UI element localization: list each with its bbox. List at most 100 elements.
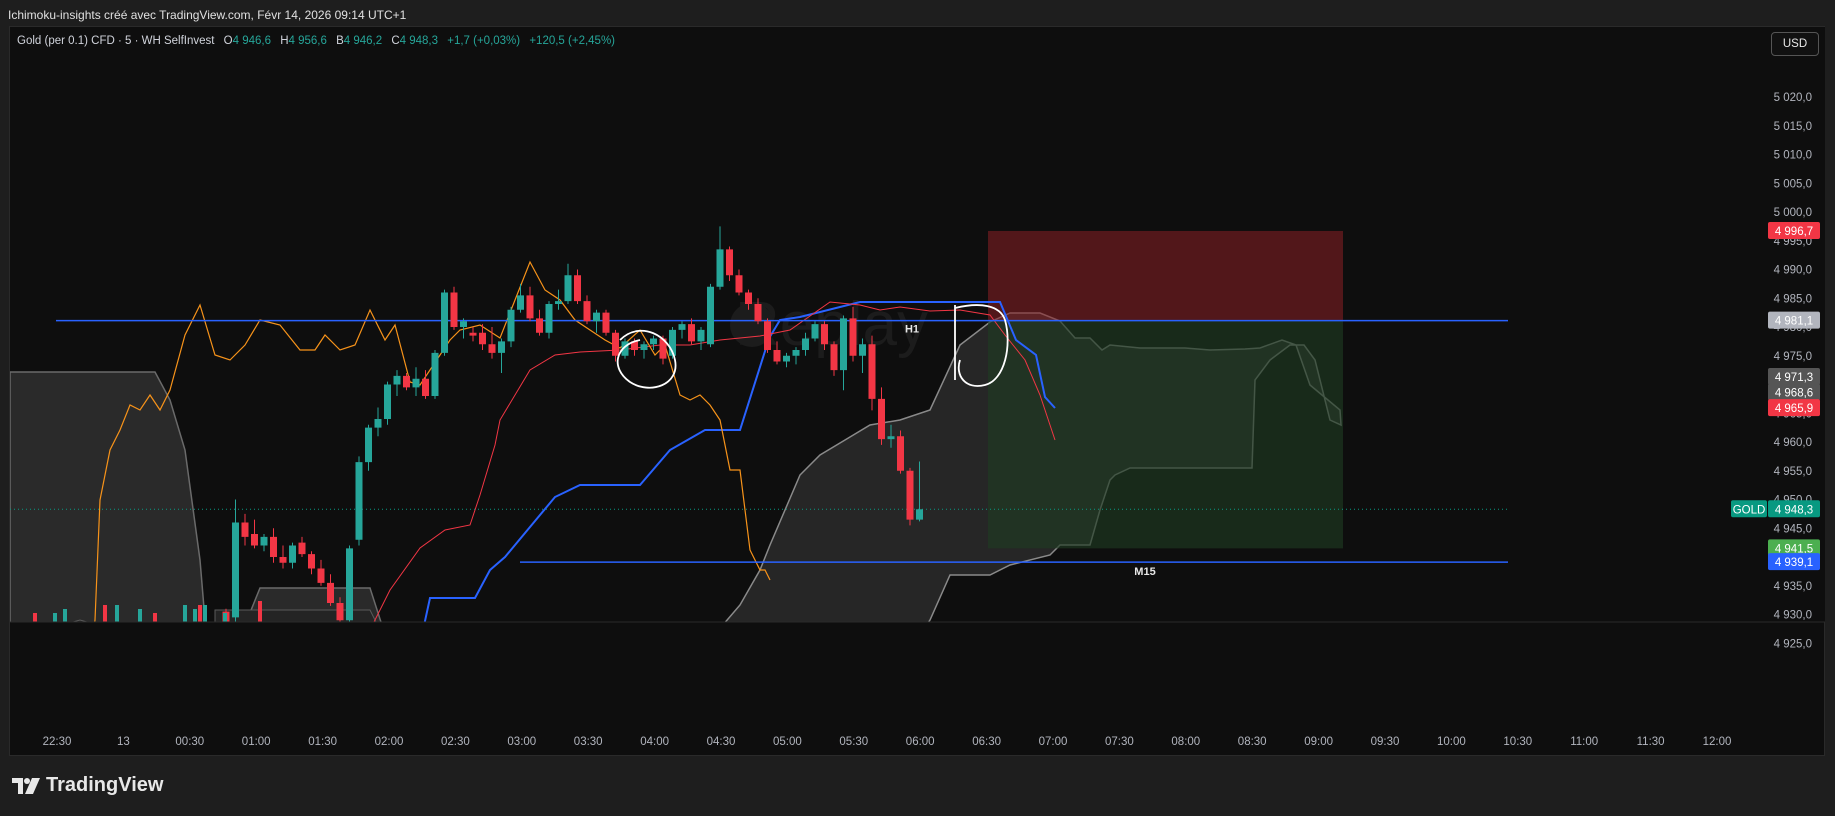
session-change-value: +120,5 (+2,45%) — [529, 35, 615, 47]
candle-body — [878, 398, 885, 440]
take-profit-zone — [988, 320, 1343, 549]
time-tick-label: 04:30 — [707, 736, 736, 748]
time-tick-label: 07:30 — [1105, 736, 1134, 748]
price-tick-label: 4 955,0 — [1774, 466, 1812, 478]
candle-body — [697, 329, 705, 342]
time-tick-label: 00:30 — [175, 736, 204, 748]
candle-body — [821, 324, 828, 345]
open-value: 4 946,6 — [232, 35, 271, 47]
candle-body — [498, 341, 505, 353]
low-label: B — [336, 35, 344, 47]
ichimoku-cloud-left — [10, 371, 382, 622]
candle-body — [251, 534, 258, 546]
volume-bar — [258, 601, 262, 622]
currency-button[interactable]: USD — [1771, 32, 1819, 56]
price-label-text: 4 965,9 — [1775, 403, 1813, 415]
brand-name: TradingView — [46, 774, 164, 796]
price-tick-label: 5 000,0 — [1774, 207, 1812, 219]
time-tick-label: 11:00 — [1570, 736, 1598, 748]
tradingview-logo[interactable]: TradingView — [12, 774, 163, 797]
low-value: 4 946,2 — [343, 35, 383, 47]
time-tick-label: 08:00 — [1171, 736, 1200, 748]
m15-level-label: M15 — [1134, 566, 1155, 578]
candle-body — [602, 312, 610, 333]
candle-body — [241, 522, 249, 537]
candle-body — [327, 582, 334, 603]
candle-body — [887, 436, 895, 440]
plot-area[interactable]: ReplayH1M15 — [10, 226, 1508, 760]
candle-body — [754, 304, 762, 322]
candle-body — [916, 509, 923, 520]
price-tick-label: 4 945,0 — [1774, 523, 1812, 535]
candle-body — [612, 332, 619, 356]
high-label: H — [280, 35, 289, 47]
hand-drawn-circle-1 — [616, 329, 677, 389]
price-label-text: 4 971,3 — [1775, 372, 1813, 384]
candle-body — [802, 338, 809, 350]
price-tick-label: 5 010,0 — [1774, 150, 1812, 162]
candle-body — [355, 462, 363, 540]
candle-body — [374, 419, 382, 428]
close-label: C — [391, 35, 400, 47]
change-value: +1,7 (+0,03%) — [447, 35, 521, 47]
price-label-text: 4 939,1 — [1775, 557, 1813, 569]
price-tick-label: 4 930,0 — [1774, 610, 1812, 622]
price-label-text: 4 948,3 — [1775, 504, 1813, 516]
candle-body — [279, 557, 287, 563]
volume-bar — [115, 605, 119, 622]
candle-body — [450, 292, 458, 327]
price-tick-label: 4 985,0 — [1774, 293, 1812, 305]
candle-body — [583, 301, 591, 322]
candle-body — [868, 344, 876, 399]
candle-body — [859, 344, 866, 356]
ichimoku-cloud-left-inner — [71, 609, 377, 622]
candle-body — [422, 378, 429, 396]
volume-bar — [203, 605, 207, 622]
candle-body — [488, 344, 496, 353]
price-tick-label: 5 005,0 — [1774, 178, 1812, 190]
candle-body — [365, 427, 372, 463]
candle-body — [270, 536, 277, 557]
candle-body — [384, 384, 391, 419]
candle-body — [764, 321, 771, 350]
candle-body — [650, 338, 657, 345]
time-tick-label: 09:00 — [1304, 736, 1333, 748]
symbol-tag-text: GOLD — [1733, 504, 1766, 516]
candle-body — [289, 545, 296, 563]
candle-body — [507, 309, 515, 342]
symbol-description[interactable]: Gold (per 0.1) CFD · 5 · WH SelfInvest — [17, 35, 214, 47]
high-value: 4 956,6 — [288, 35, 327, 47]
candle-body — [564, 275, 572, 302]
volume-bar — [33, 613, 37, 622]
candle-body — [726, 249, 733, 276]
time-tick-label: 07:00 — [1039, 736, 1068, 748]
candle-body — [412, 378, 420, 388]
time-tick-label: 02:00 — [375, 736, 404, 748]
volume-bar — [193, 609, 197, 622]
volume-bar — [103, 605, 107, 622]
candle-body — [792, 350, 800, 356]
candle-body — [707, 286, 714, 345]
price-tick-label: 4 975,0 — [1774, 351, 1812, 363]
time-tick-label: 12:00 — [1703, 736, 1732, 748]
candle-body — [678, 324, 686, 330]
candle-body — [393, 375, 401, 385]
time-tick-label: 13 — [117, 736, 130, 748]
volume-bar — [198, 605, 202, 622]
candle-body — [840, 318, 847, 371]
candle-body — [745, 292, 752, 304]
price-chart[interactable]: ReplayH1M155 020,05 015,05 010,05 005,05… — [0, 0, 1835, 760]
time-tick-label: 11:30 — [1637, 736, 1665, 748]
volume-bar — [138, 609, 142, 622]
h1-level-label: H1 — [905, 324, 919, 336]
candle-body — [336, 603, 344, 621]
time-tick-label: 01:30 — [308, 736, 337, 748]
time-tick-label: 03:30 — [574, 736, 603, 748]
time-tick-label: 10:30 — [1503, 736, 1532, 748]
candle-body — [574, 275, 581, 302]
price-label-text: 4 996,7 — [1775, 226, 1813, 238]
time-tick-label: 03:00 — [507, 736, 536, 748]
time-tick-label: 02:30 — [441, 736, 470, 748]
time-tick-label: 04:00 — [640, 736, 669, 748]
candle-body — [431, 352, 439, 396]
